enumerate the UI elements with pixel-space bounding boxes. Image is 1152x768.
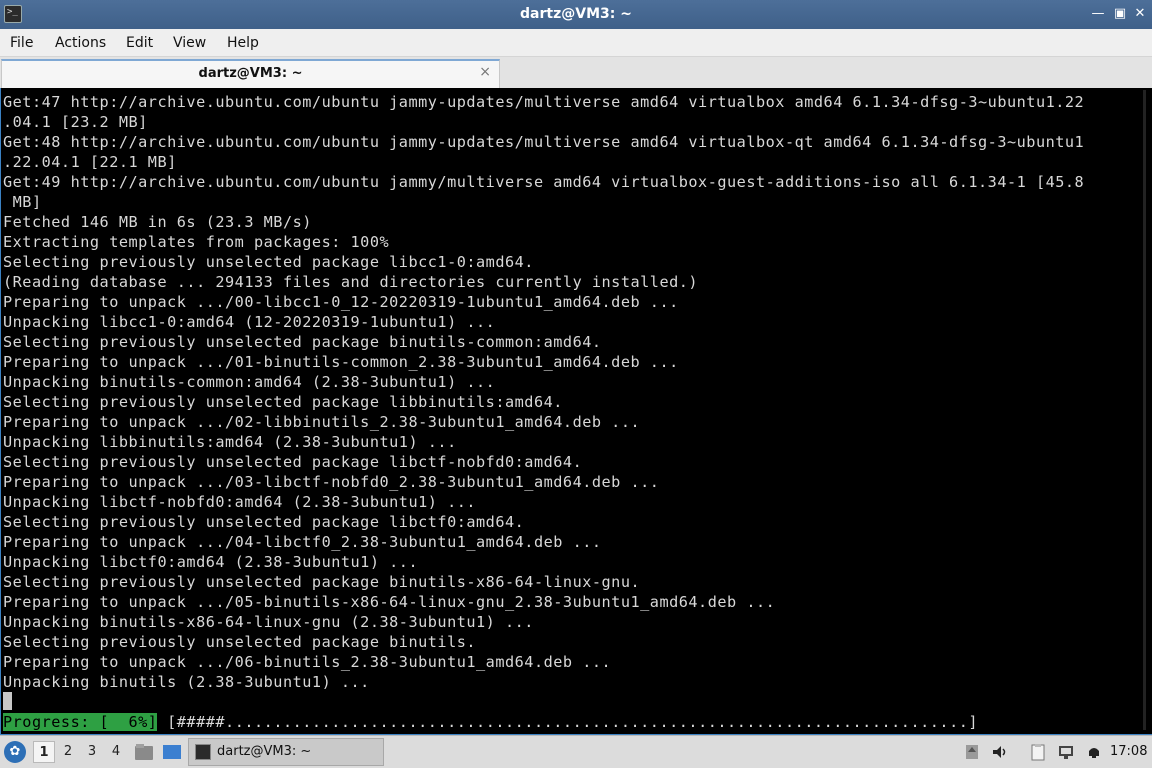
clipboard-icon[interactable] bbox=[1029, 743, 1047, 761]
terminal-line: Extracting templates from packages: 100% bbox=[3, 233, 390, 251]
clock[interactable]: 17:08 bbox=[1110, 744, 1147, 759]
task-label: dartz@VM3: ~ bbox=[217, 744, 312, 759]
terminal-line: Unpacking libctf-nobfd0:amd64 (2.38-3ubu… bbox=[3, 493, 477, 511]
menu-bar: File Actions Edit View Help bbox=[0, 29, 1152, 57]
minimize-button[interactable]: — bbox=[1088, 4, 1108, 24]
terminal-line: Preparing to unpack .../02-libbinutils_2… bbox=[3, 413, 641, 431]
terminal-line: Unpacking binutils-common:amd64 (2.38-3u… bbox=[3, 373, 496, 391]
text-cursor bbox=[3, 692, 12, 710]
volume-icon[interactable] bbox=[991, 743, 1009, 761]
menu-actions[interactable]: Actions bbox=[55, 35, 106, 51]
terminal-line: Preparing to unpack .../00-libcc1-0_12-2… bbox=[3, 293, 679, 311]
file-manager-icon[interactable] bbox=[134, 742, 154, 762]
terminal-line: Selecting previously unselected package … bbox=[3, 633, 477, 651]
terminal-line: Preparing to unpack .../05-binutils-x86-… bbox=[3, 593, 776, 611]
tab-label: dartz@VM3: ~ bbox=[198, 66, 303, 81]
menu-file[interactable]: File bbox=[10, 35, 33, 51]
terminal-line: Get:47 http://archive.ubuntu.com/ubuntu … bbox=[3, 93, 1085, 111]
terminal-line: Selecting previously unselected package … bbox=[3, 393, 563, 411]
progress-bar: [#####..................................… bbox=[167, 713, 979, 731]
terminal-line: Preparing to unpack .../03-libctf-nobfd0… bbox=[3, 473, 660, 491]
terminal-line: Unpacking libbinutils:amd64 (2.38-3ubunt… bbox=[3, 433, 457, 451]
terminal-line: Get:48 http://archive.ubuntu.com/ubuntu … bbox=[3, 133, 1085, 151]
terminal-line: Preparing to unpack .../01-binutils-comm… bbox=[3, 353, 679, 371]
tab-close-icon[interactable]: × bbox=[479, 64, 491, 80]
maximize-button[interactable]: ▣ bbox=[1110, 4, 1130, 24]
menu-edit[interactable]: Edit bbox=[126, 35, 153, 51]
window-title: dartz@VM3: ~ bbox=[520, 6, 632, 22]
terminal-line: .22.04.1 [22.1 MB] bbox=[3, 153, 177, 171]
terminal-line: MB] bbox=[3, 193, 42, 211]
tab-terminal[interactable]: dartz@VM3: ~ × bbox=[1, 59, 500, 88]
network-icon[interactable] bbox=[1057, 743, 1075, 761]
terminal-line: Unpacking binutils (2.38-3ubuntu1) ... bbox=[3, 673, 370, 691]
terminal-line: (Reading database ... 294133 files and d… bbox=[3, 273, 699, 291]
terminal-task-icon bbox=[195, 744, 211, 760]
taskbar: ✿ 1 2 3 4 dartz@VM3: ~ 17:08 bbox=[0, 735, 1152, 768]
terminal-line: Selecting previously unselected package … bbox=[3, 253, 534, 271]
taskbar-task-terminal[interactable]: dartz@VM3: ~ bbox=[188, 738, 384, 766]
terminal-scrollbar[interactable] bbox=[1138, 88, 1152, 734]
terminal-line: Unpacking libcc1-0:amd64 (12-20220319-1u… bbox=[3, 313, 496, 331]
close-button[interactable]: ✕ bbox=[1130, 4, 1150, 24]
terminal-line: Selecting previously unselected package … bbox=[3, 573, 641, 591]
progress-label: Progress: [ 6%] bbox=[3, 713, 158, 731]
terminal-output[interactable]: Get:47 http://archive.ubuntu.com/ubuntu … bbox=[0, 88, 1152, 735]
terminal-line: Preparing to unpack .../06-binutils_2.38… bbox=[3, 653, 612, 671]
terminal-line: Unpacking binutils-x86-64-linux-gnu (2.3… bbox=[3, 613, 534, 631]
updates-icon[interactable] bbox=[963, 743, 981, 761]
terminal-lines: Get:47 http://archive.ubuntu.com/ubuntu … bbox=[3, 92, 1137, 692]
terminal-line: Selecting previously unselected package … bbox=[3, 513, 525, 531]
progress-line: Progress: [ 6%] [#####..................… bbox=[3, 712, 978, 732]
title-bar[interactable]: dartz@VM3: ~ — ▣ ✕ bbox=[0, 0, 1152, 29]
tab-bar: dartz@VM3: ~ × bbox=[0, 57, 1152, 88]
show-desktop-icon[interactable] bbox=[162, 742, 182, 762]
menu-help[interactable]: Help bbox=[227, 35, 259, 51]
terminal-line: Selecting previously unselected package … bbox=[3, 453, 583, 471]
workspace-1[interactable]: 1 bbox=[33, 741, 55, 763]
terminal-line: .04.1 [23.2 MB] bbox=[3, 113, 148, 131]
menu-view[interactable]: View bbox=[173, 35, 206, 51]
terminal-line: Unpacking libctf0:amd64 (2.38-3ubuntu1) … bbox=[3, 553, 419, 571]
terminal-line: Preparing to unpack .../04-libctf0_2.38-… bbox=[3, 533, 602, 551]
start-menu-icon[interactable]: ✿ bbox=[4, 741, 26, 763]
workspace-4[interactable]: 4 bbox=[105, 741, 127, 763]
workspace-3[interactable]: 3 bbox=[81, 741, 103, 763]
workspace-2[interactable]: 2 bbox=[57, 741, 79, 763]
terminal-line: Get:49 http://archive.ubuntu.com/ubuntu … bbox=[3, 173, 1085, 191]
terminal-line: Selecting previously unselected package … bbox=[3, 333, 602, 351]
terminal-line: Fetched 146 MB in 6s (23.3 MB/s) bbox=[3, 213, 312, 231]
notifications-icon[interactable] bbox=[1085, 743, 1103, 761]
